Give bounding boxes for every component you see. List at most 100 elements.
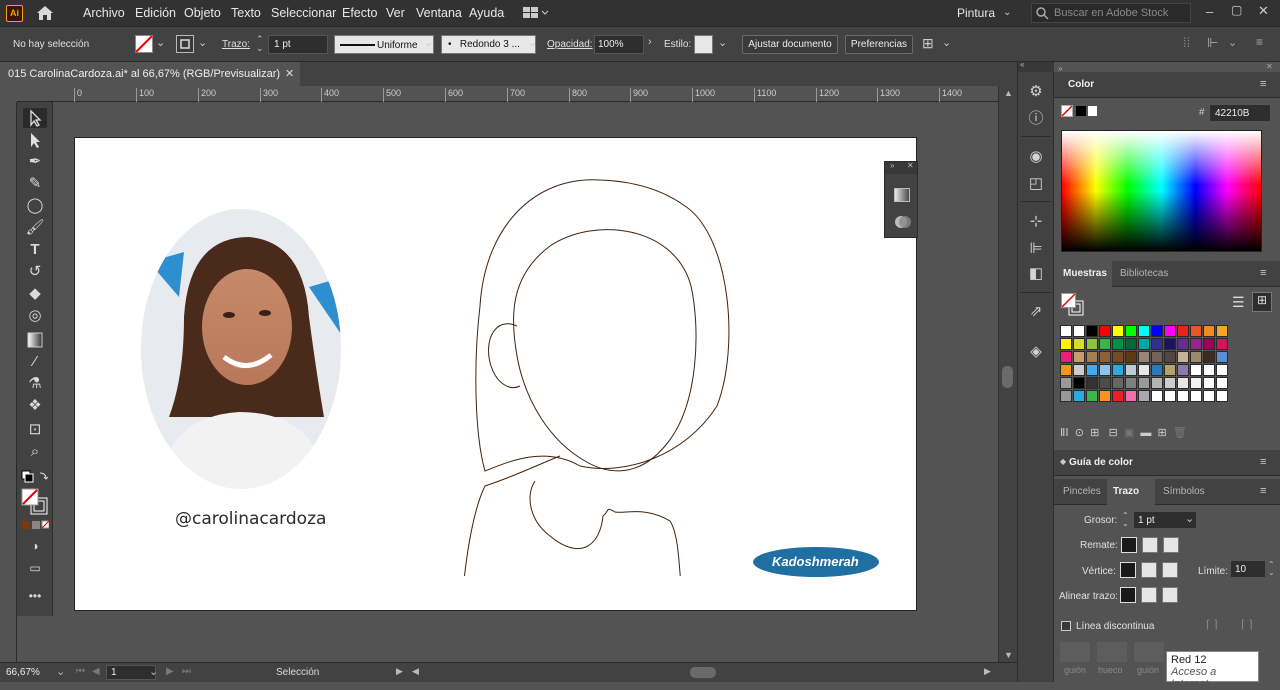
swatch[interactable] xyxy=(1073,377,1085,389)
prev-artboard-icon[interactable]: ◀ xyxy=(92,666,100,677)
square-cap-button[interactable] xyxy=(1163,537,1179,553)
dashed-line-checkbox[interactable] xyxy=(1061,621,1071,631)
trazo-stepper-icon[interactable]: ⌃ ⌄ xyxy=(256,35,264,53)
graphic-styles-icon[interactable]: ◰ xyxy=(1026,174,1046,194)
swatch[interactable] xyxy=(1073,338,1085,350)
graphic-style-swatch[interactable] xyxy=(694,35,713,54)
first-artboard-icon[interactable]: ⏮ xyxy=(76,666,85,677)
swatch[interactable] xyxy=(1177,325,1189,337)
more-tools-icon[interactable]: ••• xyxy=(23,586,47,606)
limite-field[interactable]: 10 xyxy=(1230,560,1266,578)
new-swatch-icon[interactable]: ⊞ xyxy=(1158,427,1167,439)
swatch[interactable] xyxy=(1138,390,1150,402)
color-mode-icons[interactable] xyxy=(21,520,49,530)
gradient-tool-icon[interactable] xyxy=(23,330,47,350)
arrange-icon[interactable]: ⊞ xyxy=(922,35,934,52)
arrange-chevron-icon[interactable]: ⌄ xyxy=(942,36,951,49)
pen-tool-icon[interactable]: ✒ xyxy=(23,152,47,172)
opacity-arrow-icon[interactable]: › xyxy=(648,36,652,48)
fill-none-icon[interactable] xyxy=(135,35,153,53)
swatch[interactable] xyxy=(1099,364,1111,376)
swatch[interactable] xyxy=(1060,390,1072,402)
direct-selection-tool-icon[interactable] xyxy=(23,130,47,150)
swatch[interactable] xyxy=(1112,325,1124,337)
trash-icon[interactable]: 🗑︎ xyxy=(1173,427,1187,439)
bevel-join-button[interactable] xyxy=(1162,562,1178,578)
brush-dropdown[interactable]: • Redondo 3 ... xyxy=(441,35,536,54)
type-tool-icon[interactable]: T xyxy=(23,240,47,260)
dash-preserve-icon[interactable]: ⌈ ⌉ xyxy=(1206,618,1218,631)
rotate-tool-icon[interactable]: ↺ xyxy=(23,262,47,282)
align-inside-button[interactable] xyxy=(1141,587,1157,603)
panels-close-icon[interactable]: ✕ xyxy=(1266,62,1273,71)
color-group-icon[interactable]: ⊟ xyxy=(1109,427,1118,439)
swatch[interactable] xyxy=(1151,364,1163,376)
stroke-profile-chevron-icon[interactable]: ⌄ xyxy=(424,36,433,49)
swatch[interactable] xyxy=(1112,338,1124,350)
swatch[interactable] xyxy=(1112,377,1124,389)
swatch[interactable] xyxy=(1073,351,1085,363)
workspace-switcher[interactable]: Pintura xyxy=(957,6,995,20)
swatch[interactable] xyxy=(1203,390,1215,402)
eyedropper-tool-icon[interactable]: ⁄ xyxy=(23,352,47,372)
swatch[interactable] xyxy=(1190,390,1202,402)
swatch[interactable] xyxy=(1177,351,1189,363)
ellipse-tool-icon[interactable]: ◯ xyxy=(23,196,47,216)
export-icon[interactable]: ⇗ xyxy=(1026,302,1046,322)
color-spectrum[interactable] xyxy=(1061,130,1262,252)
swatch-grid[interactable] xyxy=(1060,325,1260,409)
swatch[interactable] xyxy=(1060,351,1072,363)
color-fill-stroke-icon[interactable] xyxy=(1061,105,1097,119)
appearance-icon[interactable]: ◉ xyxy=(1026,147,1046,167)
trazo-label[interactable]: Trazo: xyxy=(222,39,250,50)
opacity-label[interactable]: Opacidad: xyxy=(547,39,593,50)
artboard[interactable]: @carolinacardoza Kadoshmerah xyxy=(74,137,917,611)
swatch[interactable] xyxy=(1151,338,1163,350)
round-join-button[interactable] xyxy=(1141,562,1157,578)
swatch[interactable] xyxy=(1216,325,1228,337)
brush-chevron-icon[interactable]: ⌄ xyxy=(528,36,537,49)
fill-dropdown-icon[interactable]: ⌄ xyxy=(156,36,165,49)
blend-tool-icon[interactable]: ⚗ xyxy=(23,374,47,394)
close-tab-icon[interactable]: ✕ xyxy=(285,67,294,80)
new-color-group-icon[interactable]: ▣ xyxy=(1124,427,1134,439)
transparency-panel-icon[interactable] xyxy=(894,214,912,230)
transform-icon[interactable]: ⊩ xyxy=(1207,35,1218,51)
next-artboard-icon[interactable]: ▶ xyxy=(166,666,174,677)
color-panel-menu-icon[interactable]: ≡ xyxy=(1260,78,1266,90)
maximize-icon[interactable]: ▢ xyxy=(1231,3,1242,17)
arrange-docs-icon[interactable] xyxy=(523,7,549,20)
swatch[interactable] xyxy=(1112,351,1124,363)
dash-align-icon[interactable]: ⌈ ⌉ xyxy=(1241,618,1253,631)
swatch[interactable] xyxy=(1060,364,1072,376)
swatch[interactable] xyxy=(1190,364,1202,376)
swatches-tab[interactable]: Muestras xyxy=(1063,268,1107,279)
panel-menu-icon[interactable]: ≡ xyxy=(1256,35,1263,49)
swatch[interactable] xyxy=(1190,377,1202,389)
swatch[interactable] xyxy=(1099,338,1111,350)
stock-search-input[interactable]: Buscar en Adobe Stock xyxy=(1031,3,1191,23)
swatch[interactable] xyxy=(1177,338,1189,350)
stroke-tab[interactable]: Trazo xyxy=(1113,486,1139,497)
swatch[interactable] xyxy=(1203,351,1215,363)
menu-seleccionar[interactable]: Seleccionar xyxy=(271,6,336,20)
align-icon[interactable]: ⁞⁞ xyxy=(1183,35,1190,50)
swatch[interactable] xyxy=(1112,364,1124,376)
screen-mode-icon[interactable]: ▭ xyxy=(23,558,47,578)
swatch[interactable] xyxy=(1216,351,1228,363)
transform-panel-icon[interactable]: ⊹ xyxy=(1026,212,1046,232)
home-icon[interactable] xyxy=(36,5,54,21)
default-colors-icon[interactable] xyxy=(21,470,51,486)
symbol-sprayer-tool-icon[interactable]: ❖ xyxy=(23,396,47,416)
pathfinder-icon[interactable]: ◧ xyxy=(1026,264,1046,284)
swatch[interactable] xyxy=(1125,364,1137,376)
scroll-down-icon[interactable]: ▼ xyxy=(1004,650,1013,660)
menu-efecto[interactable]: Efecto xyxy=(342,6,377,20)
vertical-scroll-thumb[interactable] xyxy=(1002,366,1013,388)
vertical-scrollbar[interactable]: ▲ ▼ xyxy=(998,86,1017,662)
info-icon[interactable]: ⓘ xyxy=(1026,109,1046,129)
handle-text[interactable]: @carolinacardoza xyxy=(175,509,326,529)
align-panel-icon[interactable]: ⊫ xyxy=(1026,239,1046,259)
swatch-options-icon[interactable]: ⊞ xyxy=(1090,427,1099,439)
limite-stepper-icon[interactable]: ⌃ ⌄ xyxy=(1268,561,1275,577)
